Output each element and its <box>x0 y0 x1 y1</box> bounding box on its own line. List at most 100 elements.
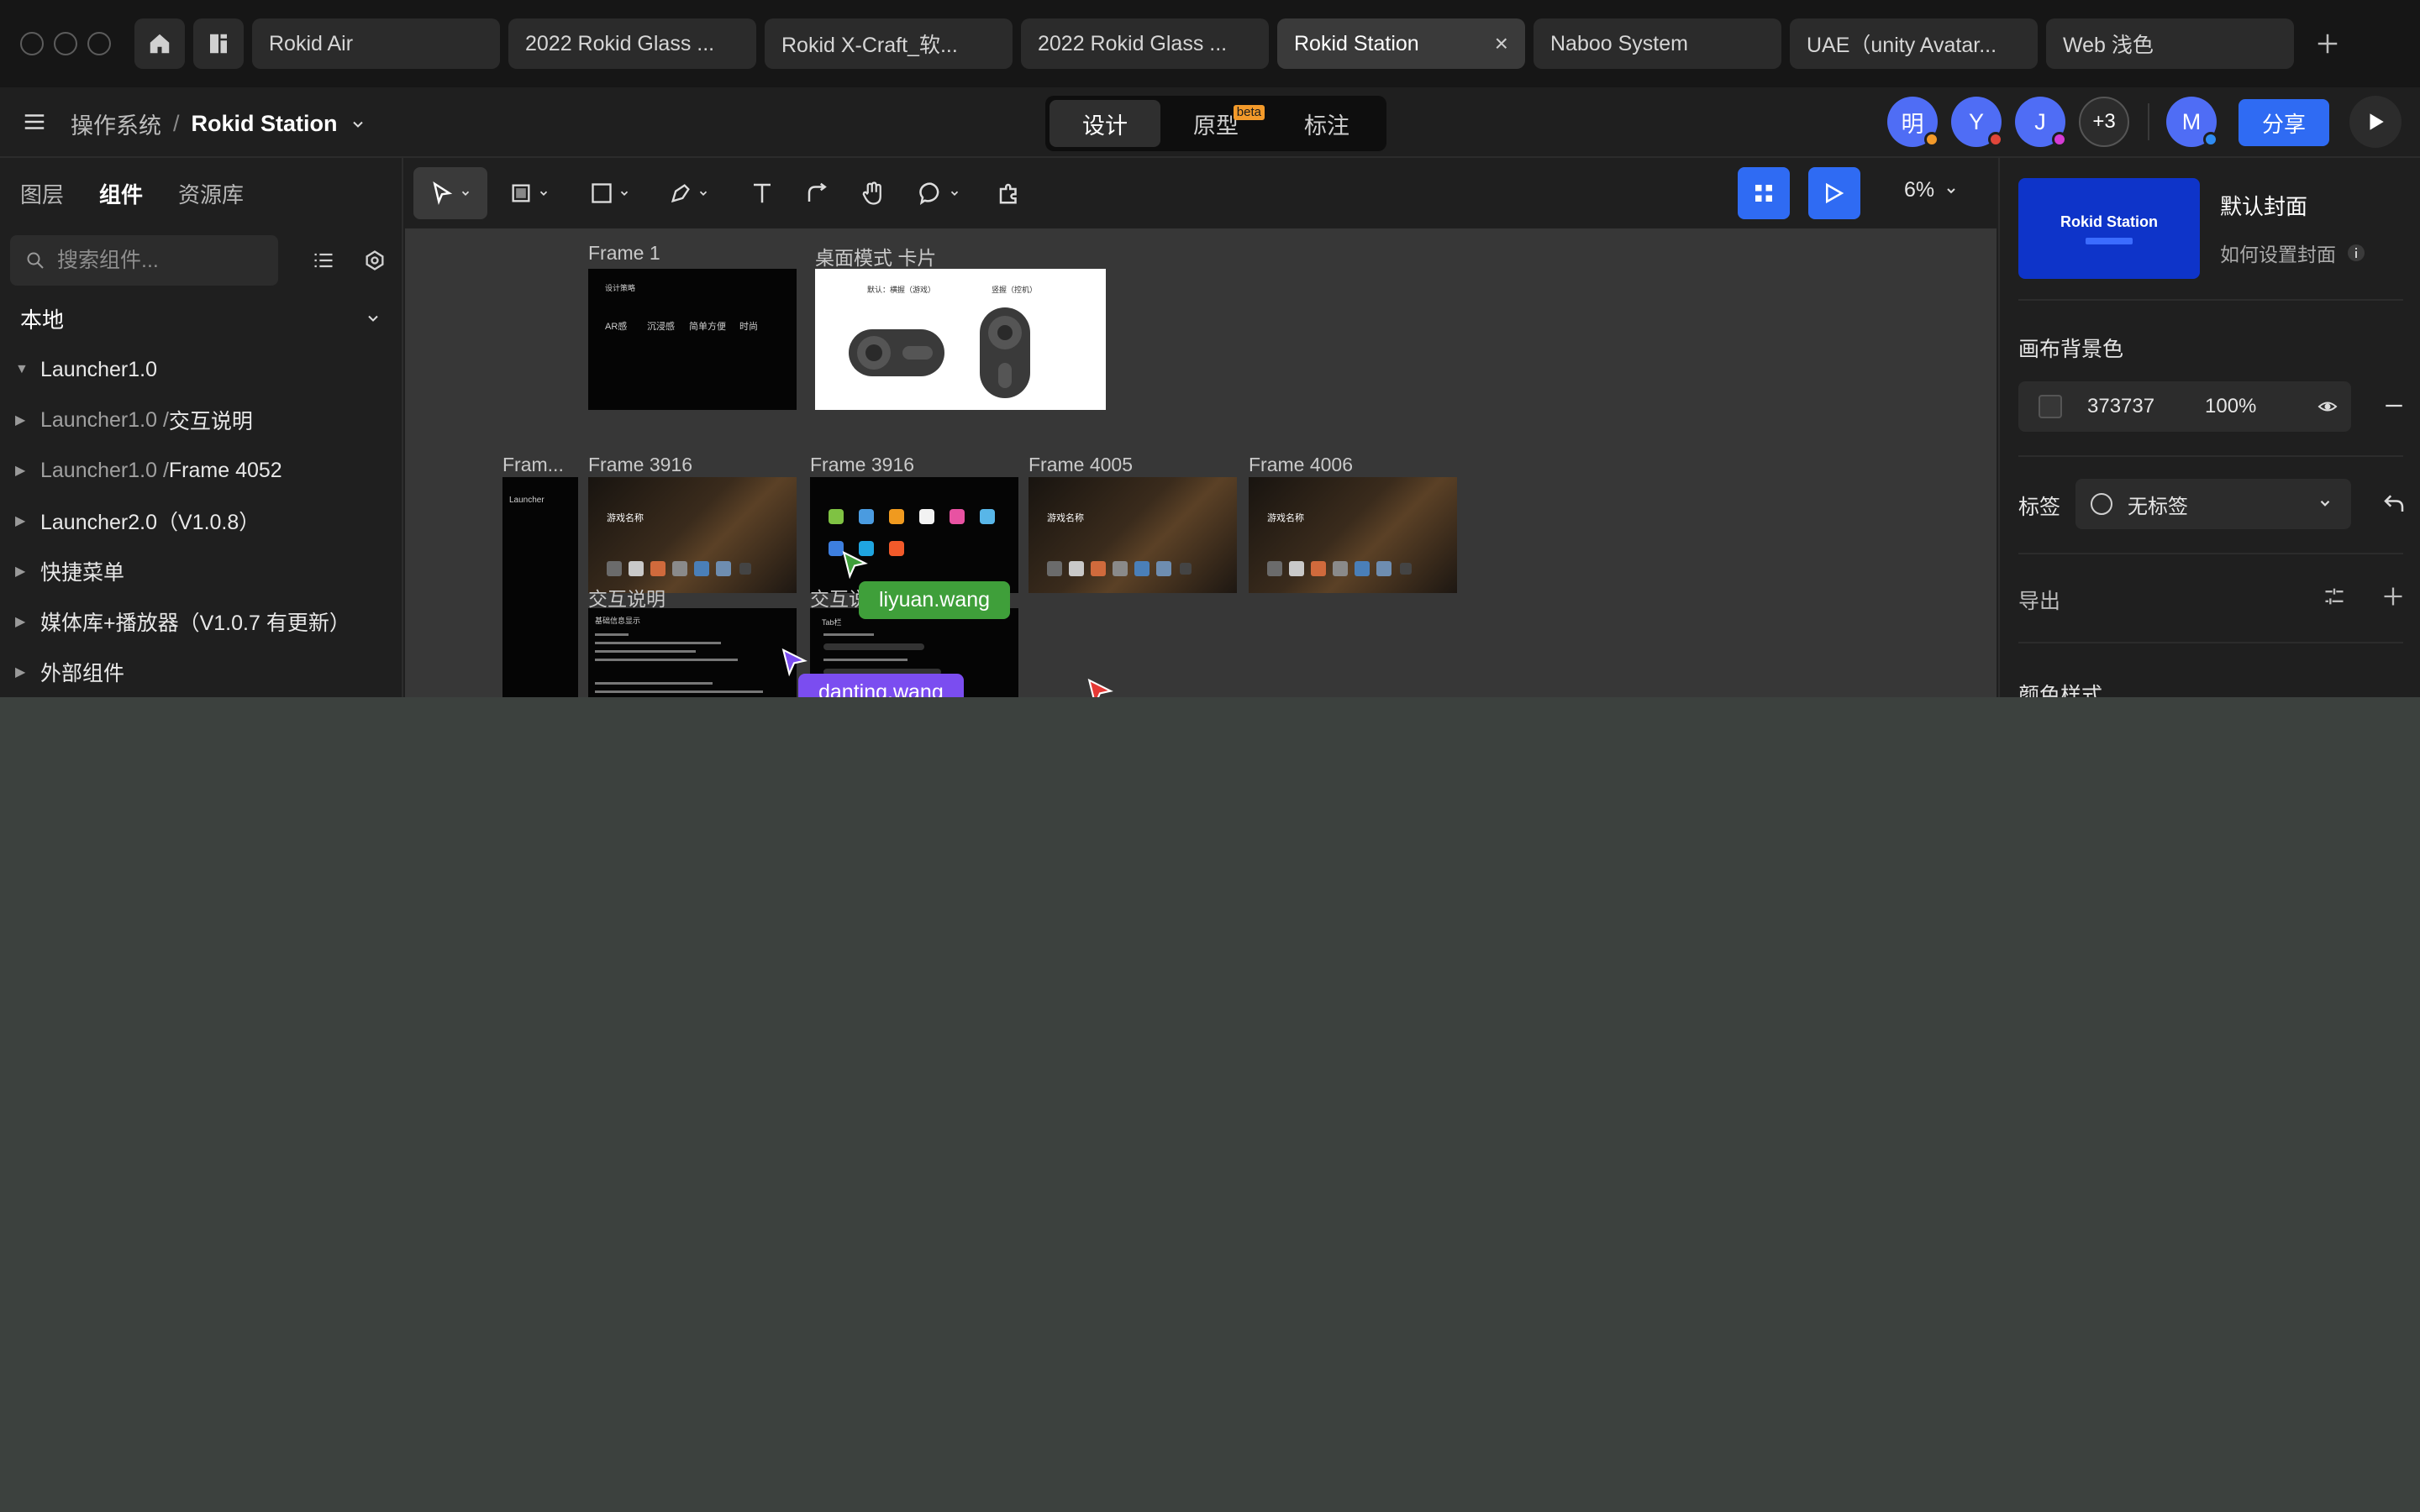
plus-icon[interactable] <box>2381 585 2405 608</box>
pen-icon <box>671 184 690 203</box>
frame-3916-a[interactable]: 游戏名称 <box>588 477 797 593</box>
select-tool[interactable] <box>413 167 487 219</box>
canvas-bg-opacity[interactable]: 100% <box>2205 395 2256 418</box>
text-lines <box>595 633 763 693</box>
cover-help-link[interactable]: 如何设置封面 <box>2220 239 2366 267</box>
doc-tab-4-active[interactable]: Rokid Station × <box>1277 18 1525 69</box>
undo-icon[interactable] <box>2381 491 2407 516</box>
tree-item[interactable]: ▶ Launcher2.0（V1.0.8） <box>0 496 402 546</box>
rectangle-icon <box>592 183 612 203</box>
frame-label[interactable]: Frame 1 <box>588 242 660 265</box>
launcher-frame[interactable]: Launcher <box>502 477 578 697</box>
avatar-collaborator-2[interactable]: Y <box>1951 97 2003 147</box>
my-avatar[interactable]: M <box>2166 97 2218 147</box>
doc-tab-0[interactable]: Rokid Air <box>252 18 500 69</box>
tree-item[interactable]: ▼ Launcher1.0 <box>0 344 402 395</box>
local-section-header[interactable]: 本地 <box>0 292 402 344</box>
frame-label[interactable]: Frame 3916 <box>588 454 692 476</box>
mode-design-tab[interactable]: 设计 <box>1050 100 1160 147</box>
tab-components[interactable]: 组件 <box>99 178 143 209</box>
tree-item[interactable]: ▶ Launcher1.0 / Frame 4052 <box>0 445 402 496</box>
canvas-bg-color-field[interactable]: 373737 100% <box>2018 381 2351 432</box>
close-tab-icon[interactable]: × <box>1495 30 1508 57</box>
minimize-window-button[interactable] <box>54 32 77 55</box>
minus-icon[interactable] <box>2383 395 2405 417</box>
breadcrumb-separator: / <box>173 111 180 136</box>
search-input[interactable] <box>57 248 267 273</box>
share-button[interactable]: 分享 <box>2238 99 2329 146</box>
hand-tool[interactable] <box>852 167 894 219</box>
frame-tool[interactable] <box>499 167 560 219</box>
close-window-button[interactable] <box>20 32 44 55</box>
mode-annotate-tab[interactable]: 标注 <box>1271 100 1382 147</box>
doc-tab-3[interactable]: 2022 Rokid Glass ... <box>1021 18 1269 69</box>
frame-label[interactable]: 交互说明 <box>588 583 666 612</box>
mode-label: 原型 <box>1193 113 1239 139</box>
app-icon-row <box>1047 561 1192 576</box>
presence-dot <box>1988 132 2003 147</box>
tab-layers[interactable]: 图层 <box>20 178 64 209</box>
frame-label[interactable]: Fram... <box>502 454 564 476</box>
doc-tab-5[interactable]: Naboo System <box>1534 18 1781 69</box>
main-menu-button[interactable] <box>22 109 47 134</box>
prototype-preview-toggle[interactable] <box>1808 167 1860 219</box>
tree-item[interactable]: ▶ 媒体库+播放器（V1.0.7 有更新） <box>0 596 402 647</box>
pen-tool[interactable] <box>659 167 719 219</box>
breadcrumb-current-file[interactable]: Rokid Station <box>192 111 338 137</box>
tab-assets[interactable]: 资源库 <box>178 178 244 209</box>
doc-tab-6[interactable]: UAE（unity Avatar... <box>1790 18 2038 69</box>
tree-item[interactable]: ▶ 快捷菜单 <box>0 546 402 596</box>
avatar-collaborator-1[interactable]: 明 <box>1887 97 1939 147</box>
comment-tool[interactable] <box>909 167 970 219</box>
sliders-icon[interactable] <box>2323 585 2346 608</box>
connector-tool[interactable] <box>797 167 839 219</box>
frame-label[interactable]: 桌面模式 卡片 <box>815 242 936 270</box>
present-button[interactable] <box>2349 96 2402 148</box>
right-panel: Rokid Station 默认封面 如何设置封面 画布背景色 373737 1… <box>1998 158 2420 697</box>
text-icon <box>754 183 771 203</box>
desktop-mode-card-frame[interactable]: 默认：横握（游戏） 竖握（控机） <box>815 269 1106 410</box>
chevron-down-icon <box>539 191 548 196</box>
doc-tab-2[interactable]: Rokid X-Craft_软... <box>765 18 1013 69</box>
tree-item[interactable]: ▶ Launcher1.0 / 交互说明 <box>0 395 402 445</box>
tree-item[interactable]: ▶ 外部组件 <box>0 647 402 697</box>
plugin-tool[interactable] <box>988 167 1030 219</box>
zoom-control[interactable]: 6% <box>1904 178 1958 202</box>
doc-tab-label: Rokid Air <box>269 31 354 55</box>
frame-1[interactable]: 设计策略 AR感 沉浸感 简单方便 时尚 <box>588 269 797 410</box>
tag-select[interactable]: 无标签 <box>2075 479 2351 529</box>
color-swatch[interactable] <box>2039 395 2062 418</box>
component-library-button[interactable] <box>358 244 392 277</box>
maximize-window-button[interactable] <box>87 32 111 55</box>
component-search[interactable] <box>10 235 278 286</box>
new-tab-button[interactable] <box>2302 18 2353 69</box>
rectangle-tool[interactable] <box>580 167 640 219</box>
mode-prototype-tab[interactable]: 原型 beta <box>1160 100 1271 147</box>
cover-thumbnail[interactable]: Rokid Station <box>2018 178 2200 279</box>
cursor-arrow-icon <box>1087 678 1113 697</box>
frame-4006[interactable]: 游戏名称 <box>1249 477 1457 593</box>
chevron-down-icon[interactable] <box>350 116 366 133</box>
canvas-bg-hex[interactable]: 373737 <box>2087 395 2205 418</box>
list-view-button[interactable] <box>307 244 340 277</box>
home-button[interactable] <box>134 18 185 69</box>
tab-bar: Rokid Air 2022 Rokid Glass ... Rokid X-C… <box>0 0 2420 87</box>
frame-label[interactable]: Frame 4005 <box>1028 454 1133 476</box>
breadcrumb-parent[interactable]: 操作系统 <box>71 108 161 140</box>
text-tool[interactable] <box>741 167 783 219</box>
doc-tab-7[interactable]: Web 浅色 <box>2046 18 2294 69</box>
doc-tab-1[interactable]: 2022 Rokid Glass ... <box>508 18 756 69</box>
files-button[interactable] <box>193 18 244 69</box>
interaction-notes-frame-1[interactable]: 基础信息显示 <box>588 608 797 697</box>
doc-tab-label: UAE（unity Avatar... <box>1807 34 1997 57</box>
frame-label[interactable]: Frame 4006 <box>1249 454 1353 476</box>
cursor-arrow-icon <box>842 550 868 580</box>
avatar-collaborator-3[interactable]: J <box>2015 97 2067 147</box>
component-panel-toggle[interactable] <box>1738 167 1790 219</box>
more-collaborators-button[interactable]: +3 <box>2079 97 2129 147</box>
frame-4005[interactable]: 游戏名称 <box>1028 477 1237 593</box>
design-canvas[interactable]: Frame 1 设计策略 AR感 沉浸感 简单方便 时尚 桌面模式 卡片 默认：… <box>405 228 1996 697</box>
frame-label[interactable]: Frame 3916 <box>810 454 914 476</box>
frame-text: 简单方便 <box>689 322 726 332</box>
eye-icon[interactable] <box>2316 396 2339 417</box>
